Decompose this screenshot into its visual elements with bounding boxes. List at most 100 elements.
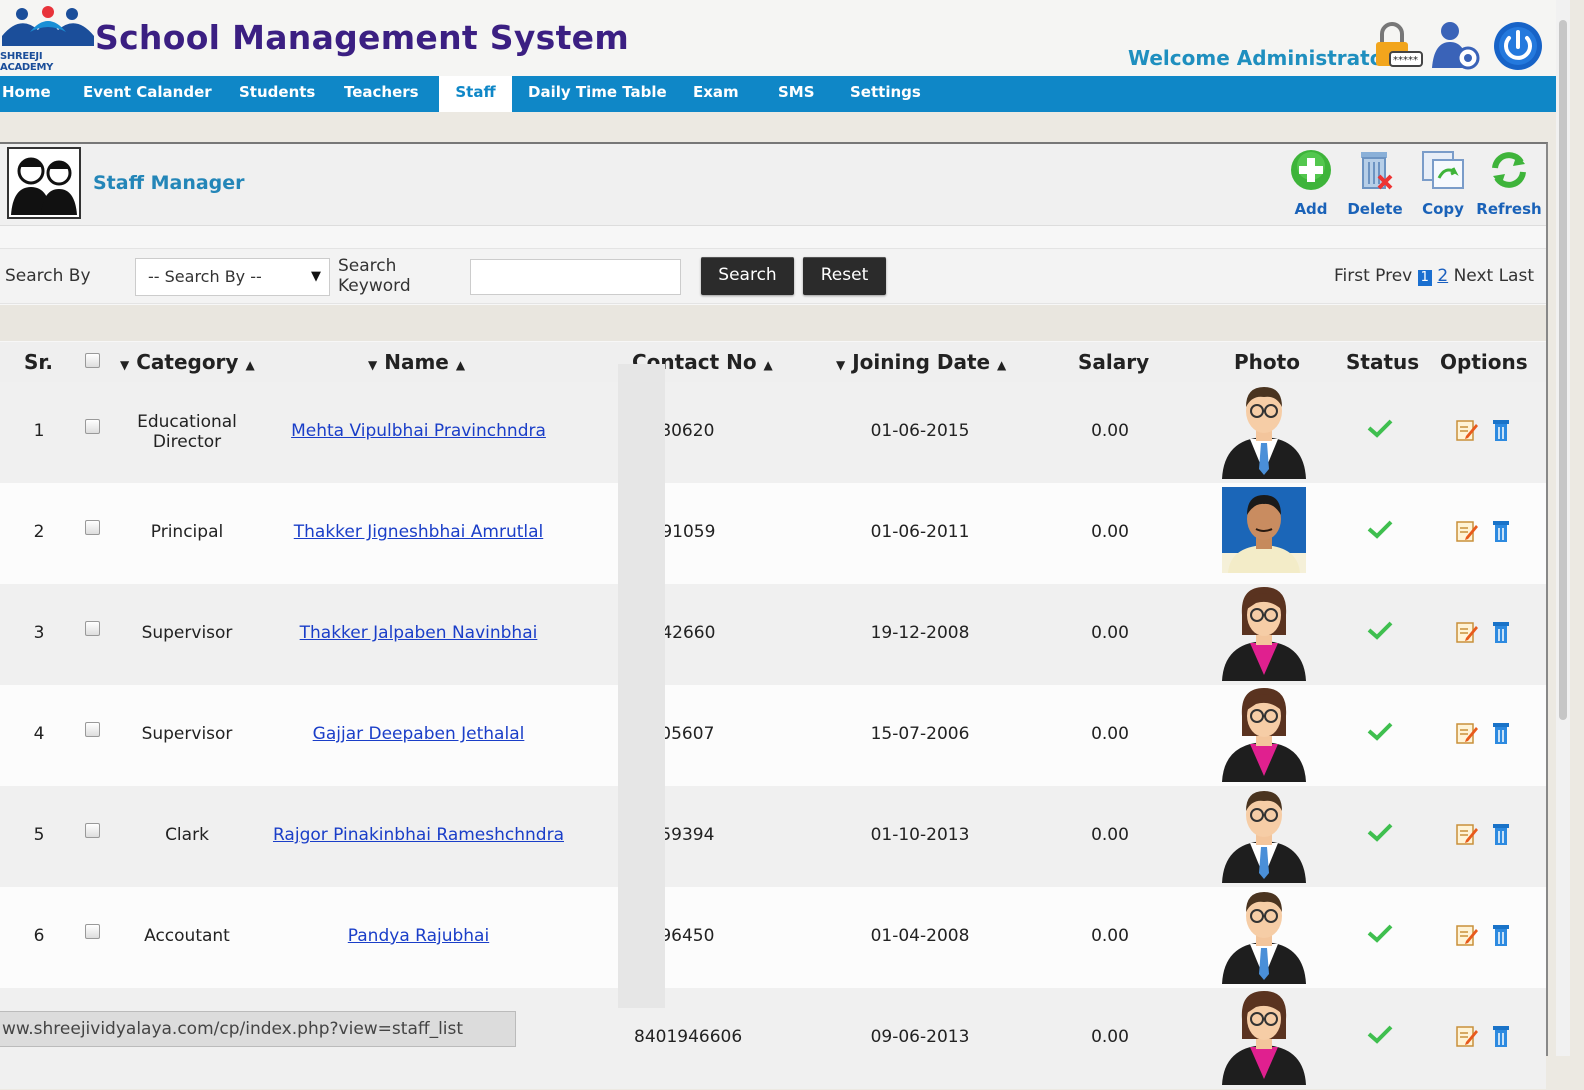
- row-checkbox[interactable]: [85, 621, 100, 636]
- row-checkbox[interactable]: [85, 722, 100, 737]
- nav-item-exam[interactable]: Exam: [693, 76, 739, 112]
- cell-name-link[interactable]: Thakker Jigneshbhai Amrutlal: [252, 522, 585, 542]
- logo-figures-icon: [2, 6, 94, 46]
- row-checkbox[interactable]: [85, 823, 100, 838]
- cell-name-link[interactable]: Rajgor Pinakinbhai Rameshchndra: [252, 825, 585, 845]
- add-button[interactable]: Add: [1276, 148, 1346, 218]
- table-row: 2 Principal Thakker Jigneshbhai Amrutlal…: [0, 483, 1546, 584]
- staff-photo[interactable]: [1220, 686, 1308, 787]
- delete-row-icon[interactable]: [1491, 620, 1511, 649]
- nav-item-staff[interactable]: Staff: [439, 76, 512, 112]
- nav-item-home[interactable]: Home: [2, 76, 51, 112]
- staff-photo[interactable]: [1220, 989, 1308, 1090]
- staff-photo[interactable]: [1220, 787, 1308, 888]
- add-icon: [1291, 150, 1331, 190]
- edit-icon[interactable]: [1456, 822, 1478, 851]
- status-active-check-icon[interactable]: [1367, 519, 1393, 544]
- sort-desc-icon[interactable]: ▼: [120, 358, 129, 372]
- delete-row-icon[interactable]: [1491, 1024, 1511, 1053]
- nav-item-settings[interactable]: Settings: [850, 76, 921, 112]
- row-checkbox[interactable]: [85, 520, 100, 535]
- power-logout-icon[interactable]: [1492, 20, 1544, 72]
- edit-icon[interactable]: [1456, 519, 1478, 548]
- scrollbar-thumb[interactable]: [1559, 20, 1567, 720]
- search-button[interactable]: Search: [701, 257, 794, 295]
- status-active-check-icon[interactable]: [1367, 822, 1393, 847]
- select-all-checkbox[interactable]: [85, 353, 100, 368]
- edit-icon[interactable]: [1456, 923, 1478, 952]
- cell-salary: 0.00: [1091, 724, 1129, 744]
- edit-icon[interactable]: [1456, 620, 1478, 649]
- school-logo[interactable]: SHREEJI ACADEMY: [0, 6, 96, 73]
- edit-icon[interactable]: [1456, 721, 1478, 750]
- nav-item-teachers[interactable]: Teachers: [344, 76, 419, 112]
- sort-asc-icon[interactable]: ▲: [764, 358, 773, 372]
- user-settings-icon[interactable]: [1430, 20, 1482, 70]
- pager-page-1[interactable]: 1: [1417, 270, 1432, 286]
- pager-page-2[interactable]: 2: [1437, 266, 1448, 286]
- status-active-check-icon[interactable]: [1367, 418, 1393, 443]
- sort-asc-icon[interactable]: ▲: [245, 358, 254, 372]
- col-photo: Photo: [1234, 350, 1300, 374]
- table-row: 4 Supervisor Gajjar Deepaben Jethalal '9…: [0, 685, 1546, 786]
- staff-group-icon: [7, 147, 81, 219]
- edit-icon[interactable]: [1456, 1024, 1478, 1053]
- category-line1: Clark: [165, 825, 209, 845]
- delete-row-icon[interactable]: [1491, 519, 1511, 548]
- pager-prev[interactable]: Prev: [1375, 266, 1412, 286]
- main-nav: Home Event Calander Students Teachers St…: [0, 76, 1556, 112]
- cell-category: Principal: [110, 522, 264, 542]
- delete-row-icon[interactable]: [1491, 923, 1511, 952]
- cell-name-link[interactable]: Mehta Vipulbhai Pravinchndra: [252, 421, 585, 441]
- pager-next[interactable]: Next: [1454, 266, 1494, 286]
- sort-desc-icon[interactable]: ▼: [368, 358, 377, 372]
- status-active-check-icon[interactable]: [1367, 923, 1393, 948]
- nav-item-event-calander[interactable]: Event Calander: [83, 76, 212, 112]
- status-active-check-icon[interactable]: [1367, 620, 1393, 645]
- app-header: SHREEJI ACADEMY School Management System…: [0, 0, 1556, 76]
- search-keyword-input[interactable]: [470, 259, 681, 295]
- sort-asc-icon[interactable]: ▲: [456, 358, 465, 372]
- nav-item-sms[interactable]: SMS: [778, 76, 815, 112]
- cell-category: Supervisor: [110, 623, 264, 643]
- delete-row-icon[interactable]: [1491, 418, 1511, 447]
- staff-photo[interactable]: [1220, 888, 1308, 989]
- copy-button[interactable]: Copy: [1408, 148, 1478, 218]
- nav-item-daily-time-table[interactable]: Daily Time Table: [528, 76, 667, 112]
- delete-row-icon[interactable]: [1491, 721, 1511, 750]
- category-line1: Principal: [150, 522, 224, 542]
- cell-joining-date: 01-06-2011: [870, 522, 970, 542]
- logo-subtitle: SHREEJI ACADEMY: [0, 51, 54, 73]
- reset-button[interactable]: Reset: [803, 257, 886, 295]
- staff-photo[interactable]: [1220, 585, 1308, 686]
- table-row: 1 Educational Director Mehta Vipulbhai P…: [0, 382, 1546, 483]
- col-joining-label: Joining Date: [852, 350, 991, 374]
- search-by-select[interactable]: -- Search By -- ▼: [135, 258, 330, 296]
- col-name[interactable]: ▼ Name ▲: [368, 342, 465, 384]
- col-category-label: Category: [136, 350, 239, 374]
- pager-first[interactable]: First: [1334, 266, 1370, 286]
- cell-name-link[interactable]: Gajjar Deepaben Jethalal: [252, 724, 585, 744]
- lock-password-icon[interactable]: *****: [1372, 20, 1424, 70]
- cell-name-link[interactable]: Pandya Rajubhai: [252, 926, 585, 946]
- row-checkbox[interactable]: [85, 924, 100, 939]
- status-active-check-icon[interactable]: [1367, 721, 1393, 746]
- sort-asc-icon[interactable]: ▲: [997, 358, 1006, 372]
- pager-last[interactable]: Last: [1499, 266, 1534, 286]
- col-category[interactable]: ▼ Category ▲: [120, 342, 255, 384]
- nav-item-students[interactable]: Students: [239, 76, 315, 112]
- row-checkbox[interactable]: [85, 419, 100, 434]
- cell-sr: 3: [33, 623, 45, 643]
- edit-icon[interactable]: [1456, 418, 1478, 447]
- delete-button[interactable]: Delete: [1340, 148, 1410, 218]
- delete-row-icon[interactable]: [1491, 822, 1511, 851]
- staff-photo[interactable]: [1220, 383, 1308, 484]
- add-label: Add: [1294, 200, 1328, 218]
- cell-name-link[interactable]: Thakker Jalpaben Navinbhai: [252, 623, 585, 643]
- status-active-check-icon[interactable]: [1367, 1024, 1393, 1049]
- sort-desc-icon[interactable]: ▼: [836, 358, 845, 372]
- category-line1: Educational: [137, 412, 237, 432]
- refresh-button[interactable]: Refresh: [1474, 148, 1544, 218]
- staff-photo[interactable]: [1220, 487, 1308, 578]
- col-joining-date[interactable]: ▼ Joining Date ▲: [836, 342, 1006, 384]
